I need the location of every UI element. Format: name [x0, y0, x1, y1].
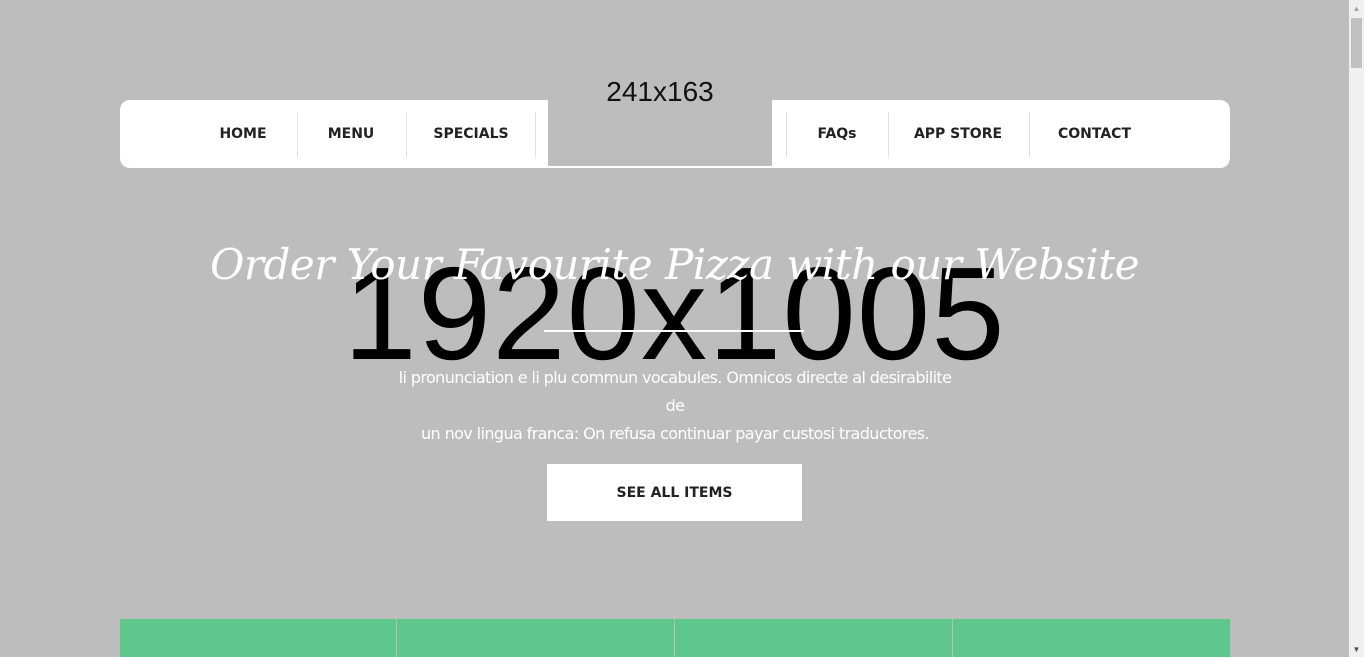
nav-contact[interactable]: CONTACT: [1042, 100, 1147, 168]
hero-title: Order Your Favourite Pizza with our Webs…: [210, 240, 1139, 289]
nav-menu[interactable]: MENU: [306, 100, 396, 168]
hero-divider: [544, 330, 804, 332]
nav-divider: [406, 112, 407, 158]
page: HOME MENU SPECIALS FAQs APP STORE CONTAC…: [0, 0, 1349, 657]
scroll-up-arrow-icon[interactable]: ▲: [1349, 0, 1364, 16]
nav-divider: [888, 112, 889, 158]
feature-tile[interactable]: [397, 619, 674, 657]
nav-app-store[interactable]: APP STORE: [898, 100, 1018, 168]
feature-tile[interactable]: [953, 619, 1230, 657]
nav-divider: [535, 112, 536, 158]
hero-description-line: un nov lingua franca: On refusa continua…: [421, 424, 930, 443]
scrollbar-thumb[interactable]: [1351, 18, 1362, 68]
logo-placeholder-text: 241x163: [606, 76, 714, 107]
scroll-down-arrow-icon[interactable]: ▼: [1349, 641, 1364, 657]
logo-underline: [548, 166, 772, 167]
nav-divider: [1029, 112, 1030, 158]
hero-description: li pronunciation e li plu commun vocabul…: [395, 364, 955, 448]
nav-divider: [297, 112, 298, 158]
feature-tile[interactable]: [120, 619, 396, 657]
nav-specials[interactable]: SPECIALS: [416, 100, 526, 168]
see-all-items-button[interactable]: SEE ALL ITEMS: [547, 464, 802, 521]
nav-faqs[interactable]: FAQs: [787, 100, 887, 168]
logo[interactable]: 241x163: [548, 76, 772, 167]
hero-description-line: li pronunciation e li plu commun vocabul…: [398, 368, 952, 415]
feature-tile[interactable]: [675, 619, 952, 657]
vertical-scrollbar[interactable]: ▲ ▼: [1349, 0, 1364, 657]
nav-home[interactable]: HOME: [198, 100, 288, 168]
